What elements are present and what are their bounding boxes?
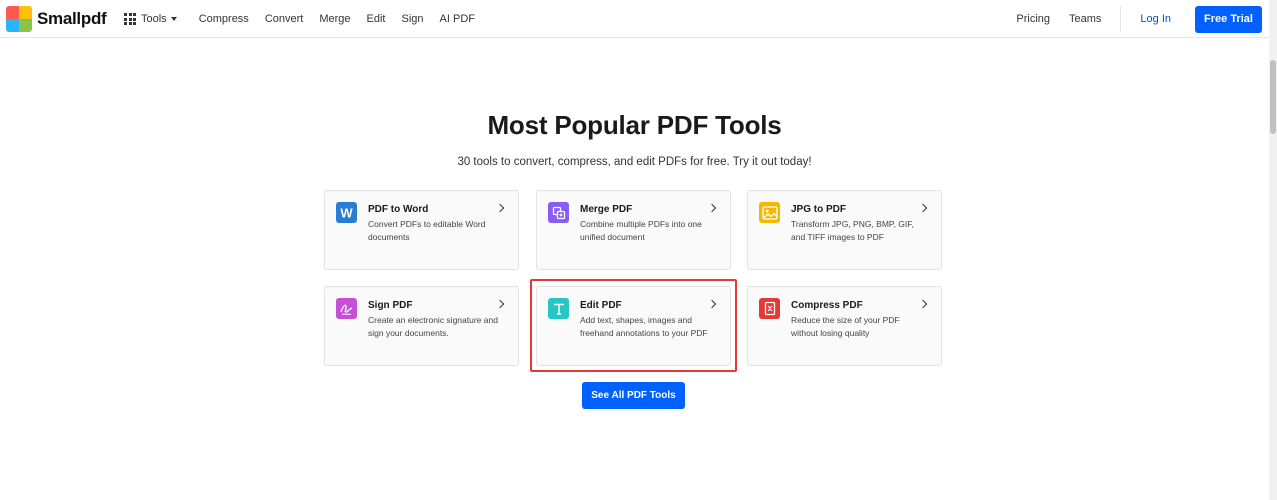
- chevron-right-icon: [918, 299, 928, 309]
- nav-link-sign[interactable]: Sign: [402, 13, 424, 25]
- secondary-nav: Pricing Teams Log In Free Trial: [1016, 0, 1269, 38]
- chevron-right-icon: [918, 203, 928, 213]
- logo-text: Smallpdf: [37, 9, 107, 28]
- nav-link-ai-pdf[interactable]: AI PDF: [440, 13, 475, 25]
- top-navbar: Smallpdf Tools Compress Convert Merge Ed…: [0, 0, 1269, 38]
- tool-card-compress-pdf[interactable]: Compress PDF Reduce the size of your PDF…: [747, 286, 942, 366]
- scrollbar-thumb[interactable]: [1270, 60, 1276, 134]
- card-title: JPG to PDF: [791, 204, 847, 215]
- tool-card-jpg-to-pdf[interactable]: JPG to PDF Transform JPG, PNG, BMP, GIF,…: [747, 190, 942, 270]
- smallpdf-logo-icon: [6, 6, 32, 32]
- tool-card-pdf-to-word[interactable]: W PDF to Word Convert PDFs to editable W…: [324, 190, 519, 270]
- logo[interactable]: Smallpdf: [6, 6, 107, 32]
- page-scrollbar[interactable]: [1269, 0, 1277, 500]
- svg-text:W: W: [340, 206, 353, 219]
- primary-nav: Tools Compress Convert Merge Edit Sign A…: [124, 0, 491, 38]
- card-title: Compress PDF: [791, 300, 863, 311]
- tool-card-merge-pdf[interactable]: Merge PDF Combine multiple PDFs into one…: [536, 190, 731, 270]
- tool-card-sign-pdf[interactable]: Sign PDF Create an electronic signature …: [324, 286, 519, 366]
- chevron-right-icon: [495, 203, 505, 213]
- tools-label: Tools: [141, 13, 167, 25]
- section-subtitle: 30 tools to convert, compress, and edit …: [457, 156, 812, 168]
- card-description: Reduce the size of your PDF without losi…: [791, 315, 900, 339]
- nav-link-merge[interactable]: Merge: [319, 13, 350, 25]
- grid-icon: [124, 13, 136, 25]
- chevron-right-icon: [495, 299, 505, 309]
- card-title: Merge PDF: [580, 204, 633, 215]
- word-icon: W: [336, 202, 357, 223]
- compress-icon: [759, 298, 780, 319]
- card-description: Combine multiple PDFs into one unified d…: [580, 219, 702, 243]
- nav-link-convert[interactable]: Convert: [265, 13, 304, 25]
- see-all-tools-button[interactable]: See All PDF Tools: [582, 382, 685, 409]
- card-description: Convert PDFs to editable Word documents: [368, 219, 486, 243]
- image-icon: [759, 202, 780, 223]
- free-trial-button[interactable]: Free Trial: [1195, 5, 1262, 33]
- nav-link-edit[interactable]: Edit: [367, 13, 386, 25]
- card-description: Transform JPG, PNG, BMP, GIF, and TIFF i…: [791, 219, 914, 243]
- card-description: Create an electronic signature and sign …: [368, 315, 498, 339]
- signature-icon: [336, 298, 357, 319]
- section-title: Most Popular PDF Tools: [487, 110, 782, 140]
- chevron-right-icon: [707, 203, 717, 213]
- merge-icon: [548, 202, 569, 223]
- nav-link-pricing[interactable]: Pricing: [1016, 13, 1050, 25]
- login-link[interactable]: Log In: [1140, 13, 1171, 25]
- nav-divider: [1120, 6, 1122, 32]
- nav-link-teams[interactable]: Teams: [1069, 13, 1101, 25]
- nav-link-compress[interactable]: Compress: [199, 13, 249, 25]
- card-title: PDF to Word: [368, 204, 429, 215]
- card-title: Sign PDF: [368, 300, 413, 311]
- selection-highlight: [530, 279, 737, 372]
- tools-menu-button[interactable]: Tools: [124, 13, 177, 25]
- caret-down-icon: [170, 17, 177, 21]
